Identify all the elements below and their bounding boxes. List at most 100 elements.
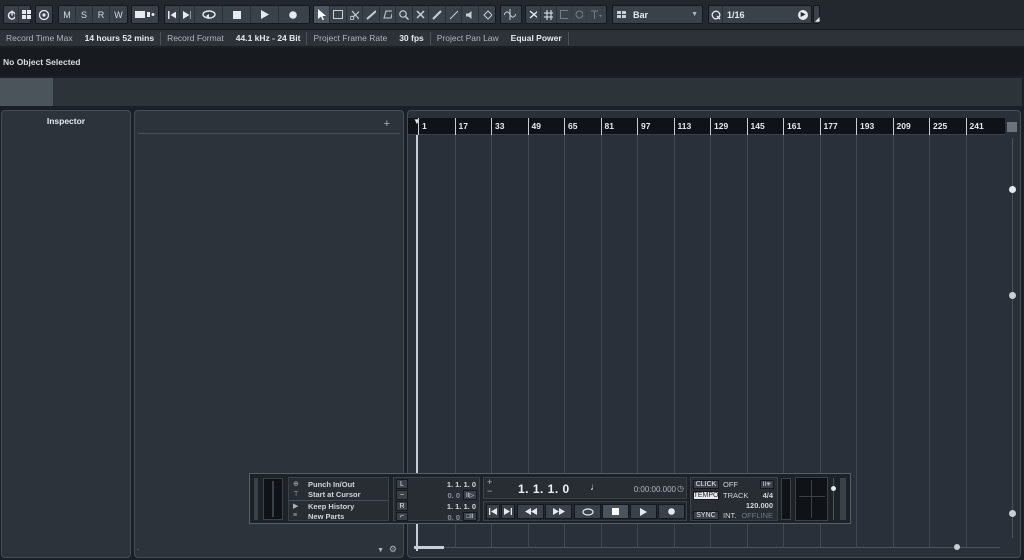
grid-type-select[interactable]: Bar ▼ [612,5,703,24]
vertical-zoom-handle-bottom[interactable] [1009,510,1016,517]
record-button[interactable] [279,6,307,23]
ruler[interactable]: ▼ 1 17 33 49 65 81 97 113 129 145 161 177 193 209 225 2… [408,117,1005,135]
ruler-bar-label[interactable]: 225 [929,118,947,135]
ruler-bar-label[interactable]: 81 [600,118,614,135]
color-tool[interactable] [479,6,495,23]
quantize-icon[interactable] [709,6,723,23]
go-to-end-button[interactable] [180,6,195,23]
sync-button[interactable]: SYNC [693,511,719,520]
read-automation-button[interactable]: R [93,6,110,23]
output-level-handle[interactable] [831,486,836,491]
left-locator-button[interactable]: L [396,479,408,489]
transport-stop-button[interactable] [602,504,629,519]
transport-grip[interactable] [254,478,258,520]
split-tool[interactable] [347,6,364,23]
tempo-button[interactable]: TEMPO [693,491,719,500]
status-record-time[interactable]: Record Time Max 14 hours 52 mins [0,31,162,45]
ruler-bar-label[interactable]: 129 [710,118,728,135]
punch-in-out-option[interactable]: Punch In/Out [308,480,355,489]
play-tool[interactable] [462,6,479,23]
ruler-bar-label[interactable]: 17 [454,118,468,135]
start-at-cursor-option[interactable]: Start at Cursor [308,490,361,499]
ruler-bar-label[interactable]: 49 [527,118,541,135]
transport-grip-right[interactable] [840,478,846,520]
horizontal-scroll-thumb[interactable] [414,546,444,549]
autoscroll-snap-button[interactable] [526,6,542,23]
play-button[interactable] [251,6,279,23]
status-record-format[interactable]: Record Format 44.1 kHz - 24 Bit [161,31,308,45]
rewind-button[interactable] [517,504,544,519]
ruler-bar-label[interactable]: 113 [673,118,691,135]
ruler-bar-label[interactable]: 161 [783,118,801,135]
transport-cycle-button[interactable] [574,504,601,519]
mute-tool[interactable] [413,6,430,23]
status-pan-law[interactable]: Project Pan Law Equal Power [431,31,569,45]
post-roll-toggle[interactable]: □II [463,512,477,521]
snap-zero-crossing-button[interactable] [501,6,519,23]
cycle-button[interactable] [195,6,223,23]
ruler-bar-label[interactable]: 193 [856,118,874,135]
pre-roll-toggle[interactable]: II▷ [463,490,477,500]
add-track-button[interactable]: + [384,118,390,130]
zoom-tool[interactable] [396,6,413,23]
ruler-bar-label[interactable]: 97 [637,118,650,135]
status-frame-rate[interactable]: Project Frame Rate 30 fps [307,31,431,45]
right-locator-button[interactable]: R [396,501,408,511]
go-to-start-button[interactable] [165,6,180,23]
vertical-zoom-handle[interactable] [1009,186,1016,193]
activate-project-button[interactable] [4,6,19,23]
nudge-icon[interactable]: + − [487,478,492,496]
snap-on-off-button[interactable] [541,6,557,23]
horizontal-zoom-handle[interactable] [954,544,960,550]
output-level-slider[interactable] [831,478,837,520]
ruler-bar-label[interactable]: 1 [418,118,427,135]
overview-line[interactable] [0,78,1022,106]
vertical-scroll-track[interactable] [1012,138,1013,538]
solo-button[interactable]: S [76,6,93,23]
fast-forward-button[interactable] [545,504,572,519]
transport-go-end-button[interactable] [501,504,515,519]
transport-play-button[interactable] [630,504,657,519]
snap-shuffle-button[interactable] [572,6,587,23]
glue-tool[interactable] [363,6,380,23]
gear-icon[interactable]: ⚙ [389,544,397,555]
left-locator-value[interactable]: 1. 1. 1. 0 [447,480,476,489]
pre-roll-button[interactable]: ~ [396,490,408,500]
draw-tool[interactable] [429,6,446,23]
mute-button[interactable]: M [59,6,76,23]
post-roll-value[interactable]: 0. 0 [447,513,460,522]
transport-go-start-button[interactable] [486,504,500,519]
primary-time-display[interactable]: 1. 1. 1. 0 [518,482,570,496]
ruler-bar-label[interactable]: 145 [746,118,765,135]
auto-scroll-button[interactable] [132,6,158,23]
quantize-select[interactable]: 1/16 ▶ [708,5,812,24]
toolbar-overflow[interactable]: ◢ [813,5,820,24]
stop-button[interactable] [223,6,251,23]
pre-roll-value[interactable]: 0. 0 [447,491,460,500]
horizontal-scrollbar[interactable] [414,544,1000,551]
range-selection-tool[interactable] [330,6,347,23]
erase-tool[interactable] [380,6,397,23]
click-settings-button[interactable]: II✳ [760,480,774,489]
vertical-zoom-bar[interactable] [1004,118,1020,548]
constrain-delay-button[interactable] [19,6,34,23]
ruler-bar-label[interactable]: 177 [819,118,838,135]
transport-record-button[interactable] [658,504,685,519]
ruler-bar-label[interactable]: 241 [965,118,984,135]
ruler-bar-label[interactable]: 33 [491,118,504,135]
post-roll-button[interactable]: ⌐ [396,512,408,521]
tempo-value[interactable]: 120.000 [746,501,773,510]
keep-history-option[interactable]: Keep History [308,502,354,511]
media-bay-button[interactable] [36,6,52,23]
right-locator-value[interactable]: 1. 1. 1. 0 [447,502,476,511]
snap-type-menu[interactable] [587,6,606,23]
new-parts-option[interactable]: New Parts [308,512,344,521]
overview-visible-area[interactable] [0,78,53,106]
line-tool[interactable] [446,6,463,23]
track-list-menu-icon[interactable]: ▼ [377,547,384,554]
vertical-scroll-handle[interactable] [1009,292,1016,299]
click-button[interactable]: CLICK [693,480,719,489]
write-automation-button[interactable]: W [110,6,127,23]
secondary-time-display[interactable]: 0:00:00.000 [634,485,676,494]
object-selection-tool[interactable] [314,6,331,23]
